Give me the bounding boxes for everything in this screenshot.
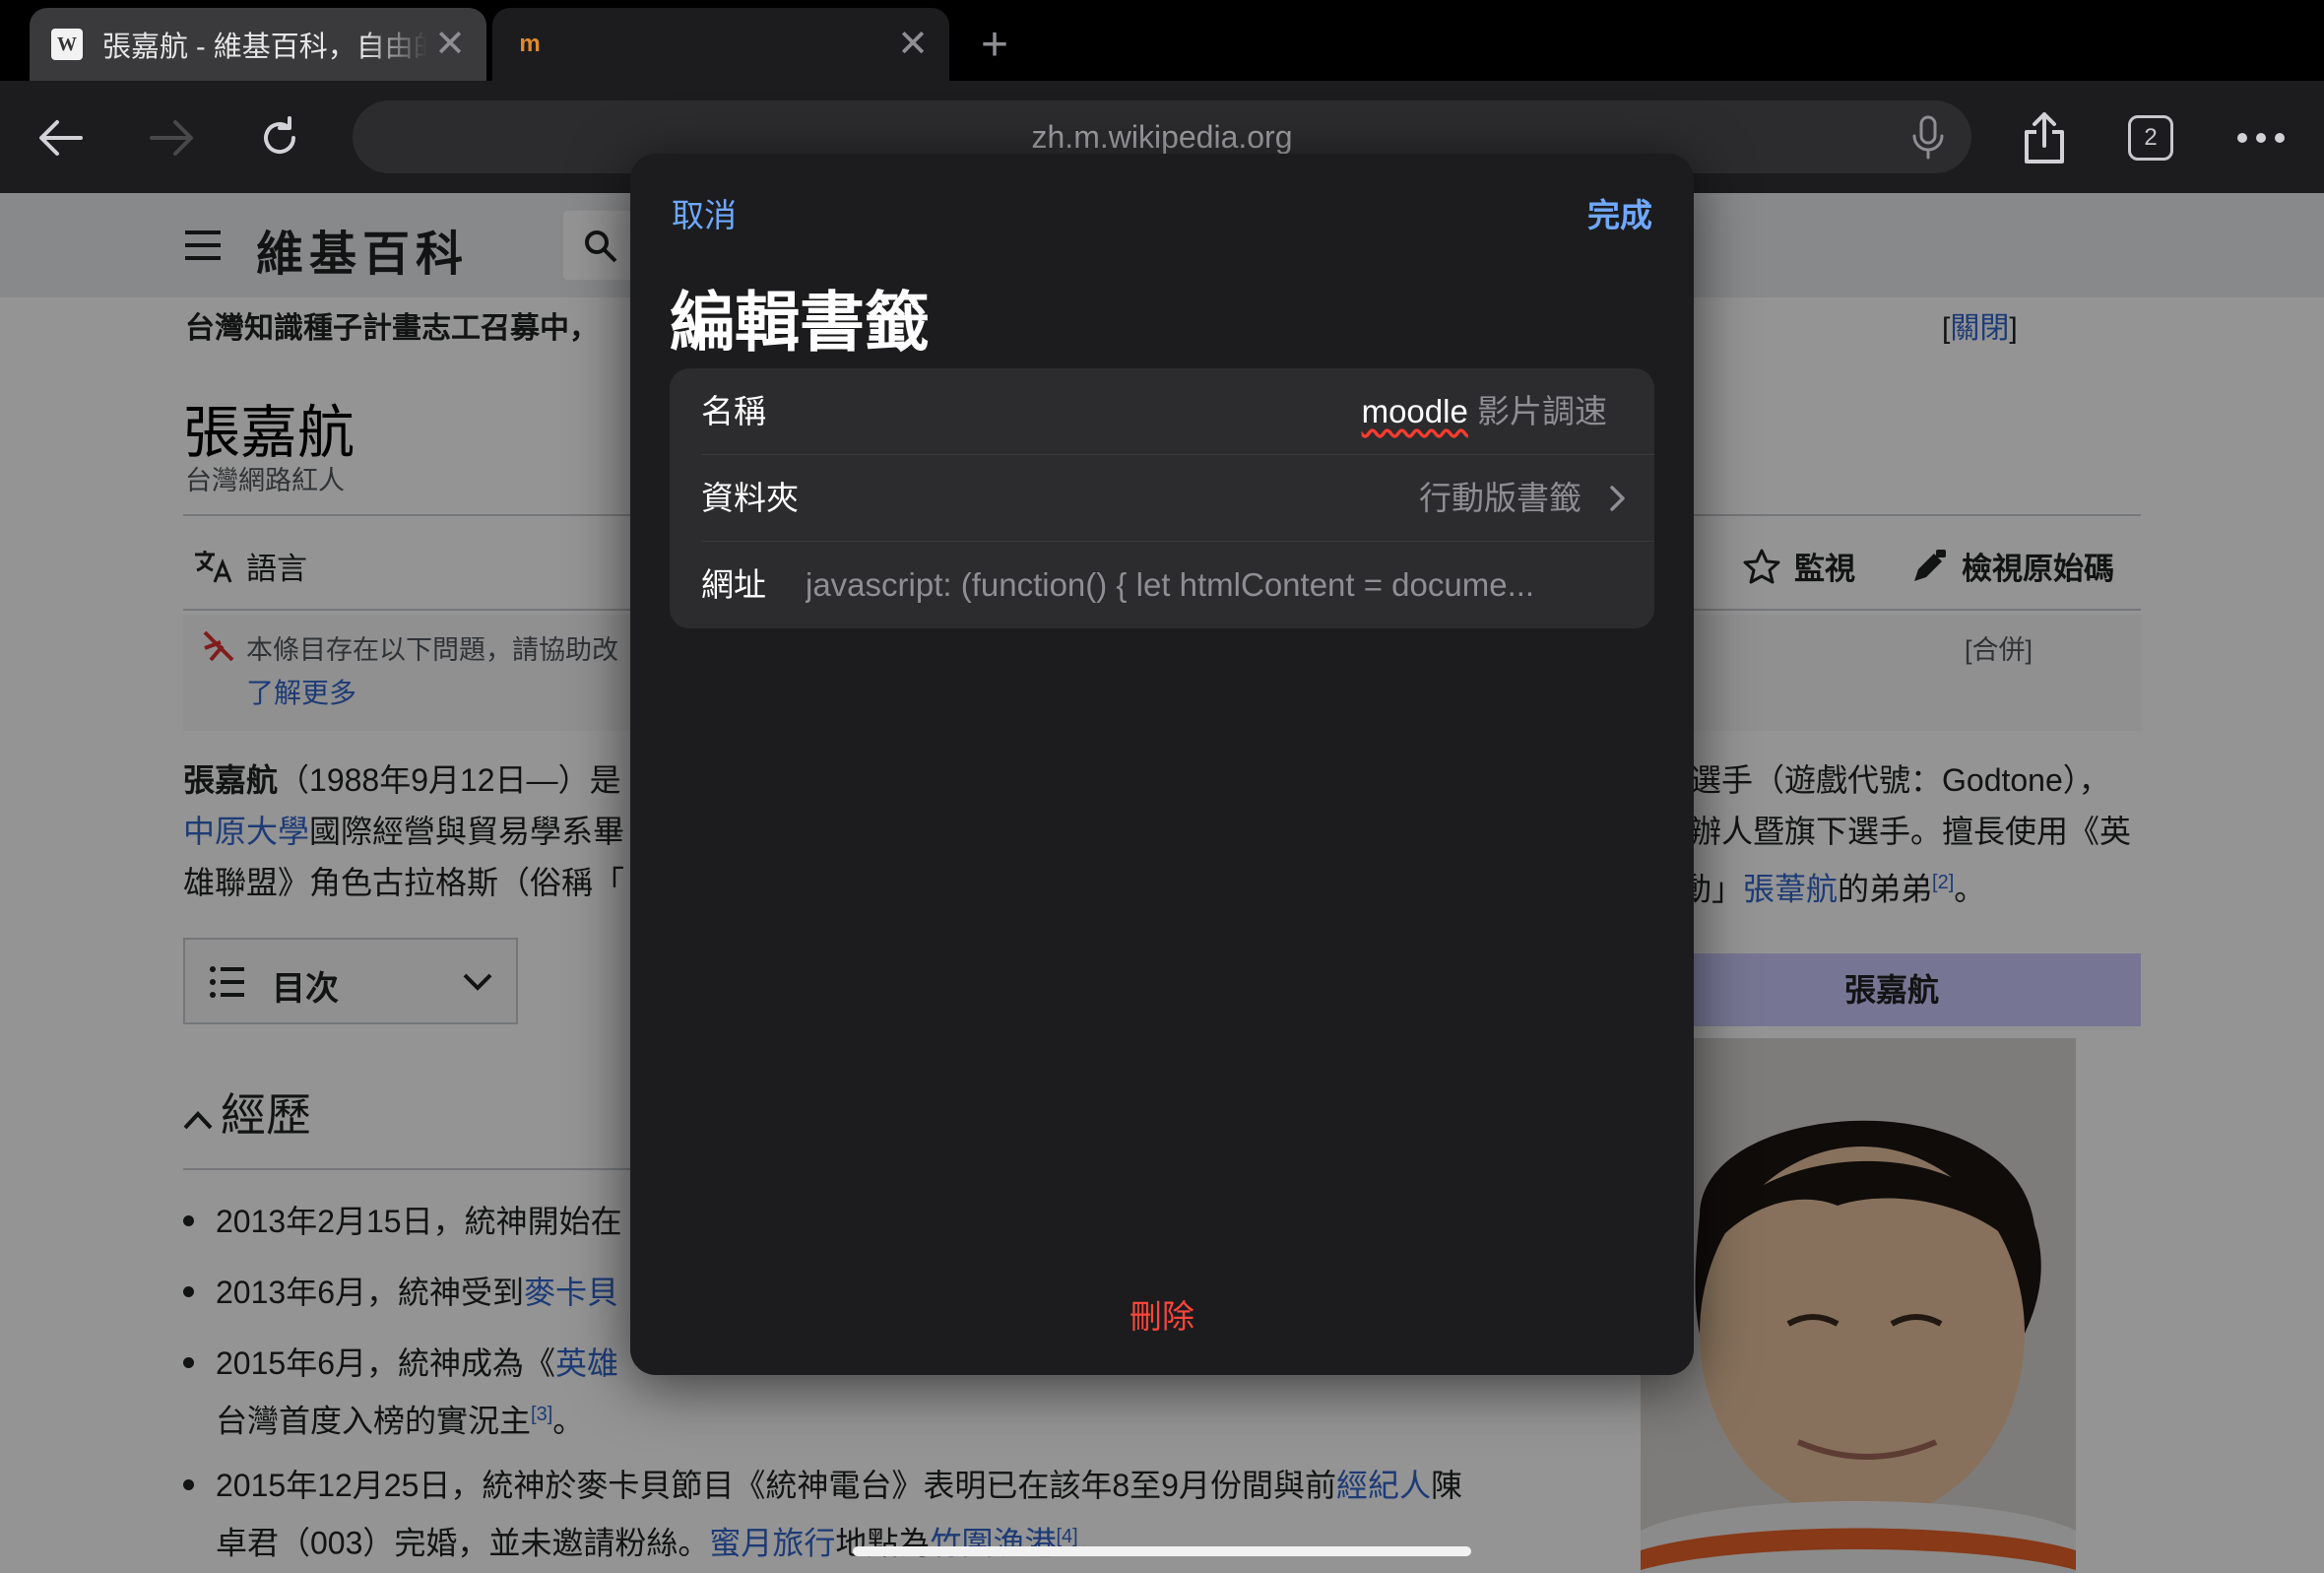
misspelled-word: moodle: [1361, 393, 1468, 429]
tab-bar: W 張嘉航 - 維基百科，自由的百科全書 ✕ m ✕ +: [0, 0, 2324, 81]
tab-second[interactable]: m ✕: [492, 8, 949, 81]
folder-label: 資料夾: [701, 480, 799, 516]
microphone-icon[interactable]: [1906, 114, 1950, 160]
delete-button[interactable]: 刪除: [630, 1290, 1694, 1338]
share-icon[interactable]: [2013, 106, 2076, 169]
url-row[interactable]: 網址 javascript: (function() { let htmlCon…: [670, 542, 1654, 628]
bookmark-form: 名稱 moodle 影片調速 資料夾 行動版書籤 網址 javascript: …: [670, 368, 1654, 628]
url-field[interactable]: javascript: (function() { let htmlConten…: [806, 542, 1607, 628]
name-rest: 影片調速: [1467, 393, 1607, 429]
forward-arrow-icon[interactable]: [140, 106, 203, 169]
url-label: 網址: [701, 566, 766, 603]
name-field[interactable]: moodle 影片調速: [1362, 368, 1607, 455]
done-button[interactable]: 完成: [1587, 189, 1652, 236]
more-icon[interactable]: [2229, 106, 2292, 169]
wikipedia-favicon-icon: W: [51, 29, 83, 60]
reload-icon[interactable]: [248, 106, 311, 169]
name-row[interactable]: 名稱 moodle 影片調速: [670, 368, 1654, 455]
sheet-title: 編輯書籤: [670, 286, 930, 359]
close-tab-icon[interactable]: ✕: [896, 26, 930, 63]
folder-row[interactable]: 資料夾 行動版書籤: [670, 455, 1654, 542]
edit-bookmark-sheet: 取消 完成 編輯書籤 名稱 moodle 影片調速 資料夾 行動版書籤 網址 j…: [630, 154, 1694, 1375]
cancel-button[interactable]: 取消: [672, 189, 737, 236]
site-favicon-icon: m: [519, 31, 541, 57]
back-arrow-icon[interactable]: [30, 106, 93, 169]
close-tab-icon[interactable]: ✕: [433, 26, 467, 63]
name-label: 名稱: [701, 393, 766, 429]
new-tab-button[interactable]: +: [965, 16, 1024, 75]
home-indicator[interactable]: [853, 1546, 1471, 1556]
tab-title: 張嘉航 - 維基百科，自由的百科全書: [102, 32, 427, 63]
tab-wikipedia[interactable]: W 張嘉航 - 維基百科，自由的百科全書 ✕: [30, 8, 486, 81]
tab-count: 2: [2128, 115, 2173, 161]
chevron-right-icon: [1610, 486, 1625, 511]
tabs-icon[interactable]: 2: [2119, 106, 2182, 169]
folder-value: 行動版書籤: [1419, 480, 1582, 516]
